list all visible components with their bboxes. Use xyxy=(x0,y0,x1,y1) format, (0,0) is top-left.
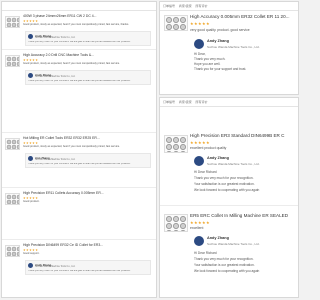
avatar xyxy=(194,39,204,49)
review-comment: Good product, nicely as expected, best i… xyxy=(23,23,129,26)
review-item-4: High Precision ER11 Collets Accuracy 0.0… xyxy=(2,187,156,218)
review-comment: Good product, nicely as expected, best i… xyxy=(23,145,120,148)
reply-line: Your satisfaction is our greatest motiva… xyxy=(194,263,255,267)
product-title[interactable]: High Accuracy 0.005mm ER32 Collet ER 11 … xyxy=(190,14,295,19)
rating-stars: ★★★★★ xyxy=(190,220,210,225)
avatar xyxy=(28,156,33,161)
avatar xyxy=(28,73,33,78)
avatar xyxy=(194,236,204,246)
avatar xyxy=(28,34,33,39)
seller-reply: Ann Zhang Suzhou Wanda Machine Tools Co.… xyxy=(25,153,151,168)
reply-line: Hope you are well. xyxy=(194,62,221,66)
review-item-2: High Accuracy 2.0 Drill CNC Machine Tool… xyxy=(2,49,156,88)
product-title[interactable]: Hot Milling ER Collet Tools ER32 ER32 ER… xyxy=(23,136,153,140)
reply-line: Thank you for your support and trust. xyxy=(194,67,247,71)
reply-line: Hi Dear Richard xyxy=(194,170,217,174)
product-thumbnail[interactable] xyxy=(164,214,188,232)
reply-company: Suzhou Wanda Machine Tools Co., Ltd. xyxy=(35,265,76,268)
product-thumbnail[interactable] xyxy=(5,16,20,28)
reply-line: Thank you very much. xyxy=(194,57,226,61)
product-title[interactable]: High Precision ER11 Collets Accuracy 0.0… xyxy=(23,191,153,195)
review-comment: excellent xyxy=(190,226,204,230)
left-panel-header xyxy=(2,2,156,11)
review-item-3: Hot Milling ER Collet Tools ER32 ER32 ER… xyxy=(2,132,156,171)
left-review-panel: 400W 3 phase 24mmx26mm ER11 CW 2 DC 4...… xyxy=(1,1,157,298)
avatar xyxy=(194,156,204,166)
reply-author-name: Andy Zhang xyxy=(207,236,229,240)
tab-seller[interactable]: 商家/卖家 xyxy=(179,4,192,8)
review-comment: Good product. xyxy=(23,200,40,203)
rating-stars: ★★★★★ xyxy=(190,21,210,26)
reply-text: Thank you very much for your comment! We… xyxy=(28,269,131,272)
right-top-header: 订单编号 商家/卖家 所有评价 xyxy=(160,2,298,11)
reply-author-name: Andy Zhang xyxy=(207,39,229,43)
tab-all-reviews[interactable]: 所有评价 xyxy=(196,4,208,8)
reply-text: Thank you very much for your comment! We… xyxy=(28,162,131,165)
reply-line: We look forward to cooperating with you … xyxy=(194,269,260,273)
tab-seller[interactable]: 商家/卖家 xyxy=(179,100,192,104)
review-item-1: 400W 3 phase 24mmx26mm ER11 CW 2 DC 4...… xyxy=(2,11,156,49)
avatar xyxy=(28,263,33,268)
reply-author-name: Andy Zhang xyxy=(207,156,229,160)
product-thumbnail[interactable] xyxy=(5,245,20,257)
product-title[interactable]: 400W 3 phase 24mmx26mm ER11 CW 2 DC 4... xyxy=(23,14,153,18)
reply-line: Hi Dear, xyxy=(194,52,206,56)
review-comment: very good quality. product. good service xyxy=(190,28,250,32)
reply-line: We look forward to cooperating with you … xyxy=(194,188,260,192)
product-thumbnail[interactable] xyxy=(5,55,20,67)
product-title[interactable]: High Precision ER3 Standard DIN6499B ER … xyxy=(190,133,296,138)
reply-text: Thank you very much for your comment! We… xyxy=(28,79,131,82)
reply-company: Suzhou Wanda Machine Tools Co., Ltd. xyxy=(207,241,260,246)
reply-company: Suzhou Wanda Machine Tools Co., Ltd. xyxy=(35,158,76,161)
reply-line: Hi Dear Richard xyxy=(194,251,217,255)
review-comment: Good support. xyxy=(23,252,40,255)
reply-company: Suzhou Wanda Machine Tools Co., Ltd. xyxy=(207,44,260,49)
tab-all-reviews[interactable]: 所有评价 xyxy=(196,100,208,104)
reply-line: Thank you very much for your recognition… xyxy=(194,257,254,261)
order-label: 订单编号 xyxy=(163,4,176,8)
review-comment: excellent product quality xyxy=(190,146,227,150)
product-title[interactable]: High Precision DIN6499 ER32 Ce ID Collet… xyxy=(23,243,153,247)
product-thumbnail[interactable] xyxy=(164,15,188,31)
reply-company: Suzhou Wanda Machine Tools Co., Ltd. xyxy=(35,75,76,78)
review-item-5: High Precision DIN6499 ER32 Ce ID Collet… xyxy=(2,239,156,297)
reply-text: Thank you very much for your comment! We… xyxy=(28,40,131,43)
rating-stars: ★★★★★ xyxy=(190,140,210,145)
right-top-review-panel: 订单编号 商家/卖家 所有评价 High Accuracy 0.005mm ER… xyxy=(159,1,299,95)
order-label: 订单编号 xyxy=(163,100,176,104)
review-comment: Good product, nicely as expected, best i… xyxy=(23,62,120,65)
right-bottom-review-panel: 订单编号 商家/卖家 所有评价 High Precision ER3 Stand… xyxy=(159,97,299,298)
product-thumbnail[interactable] xyxy=(164,135,188,153)
reply-line: Your satisfaction is our greatest motiva… xyxy=(194,182,255,186)
product-thumbnail[interactable] xyxy=(5,138,20,150)
seller-reply: Andy Zhang Suzhou Wanda Machine Tools Co… xyxy=(25,70,151,85)
reply-company: Suzhou Wanda Machine Tools Co., Ltd. xyxy=(35,36,76,39)
product-thumbnail[interactable] xyxy=(5,193,20,205)
seller-reply: Andy Zhang Suzhou Wanda Machine Tools Co… xyxy=(25,260,151,275)
reply-company: Suzhou Wanda Machine Tools Co., Ltd. xyxy=(207,161,260,166)
divider xyxy=(160,205,298,206)
seller-reply: Andy Zhang Suzhou Wanda Machine Tools Co… xyxy=(25,31,151,46)
reply-line: Thank you very much for your recognition… xyxy=(194,176,254,180)
product-title[interactable]: ER5 ERC Collet In Milling Machine ER SEA… xyxy=(190,213,296,218)
right-bottom-header: 订单编号 商家/卖家 所有评价 xyxy=(160,98,298,107)
product-title[interactable]: High Accuracy 2.0 Drill CNC Machine Tool… xyxy=(23,53,153,57)
